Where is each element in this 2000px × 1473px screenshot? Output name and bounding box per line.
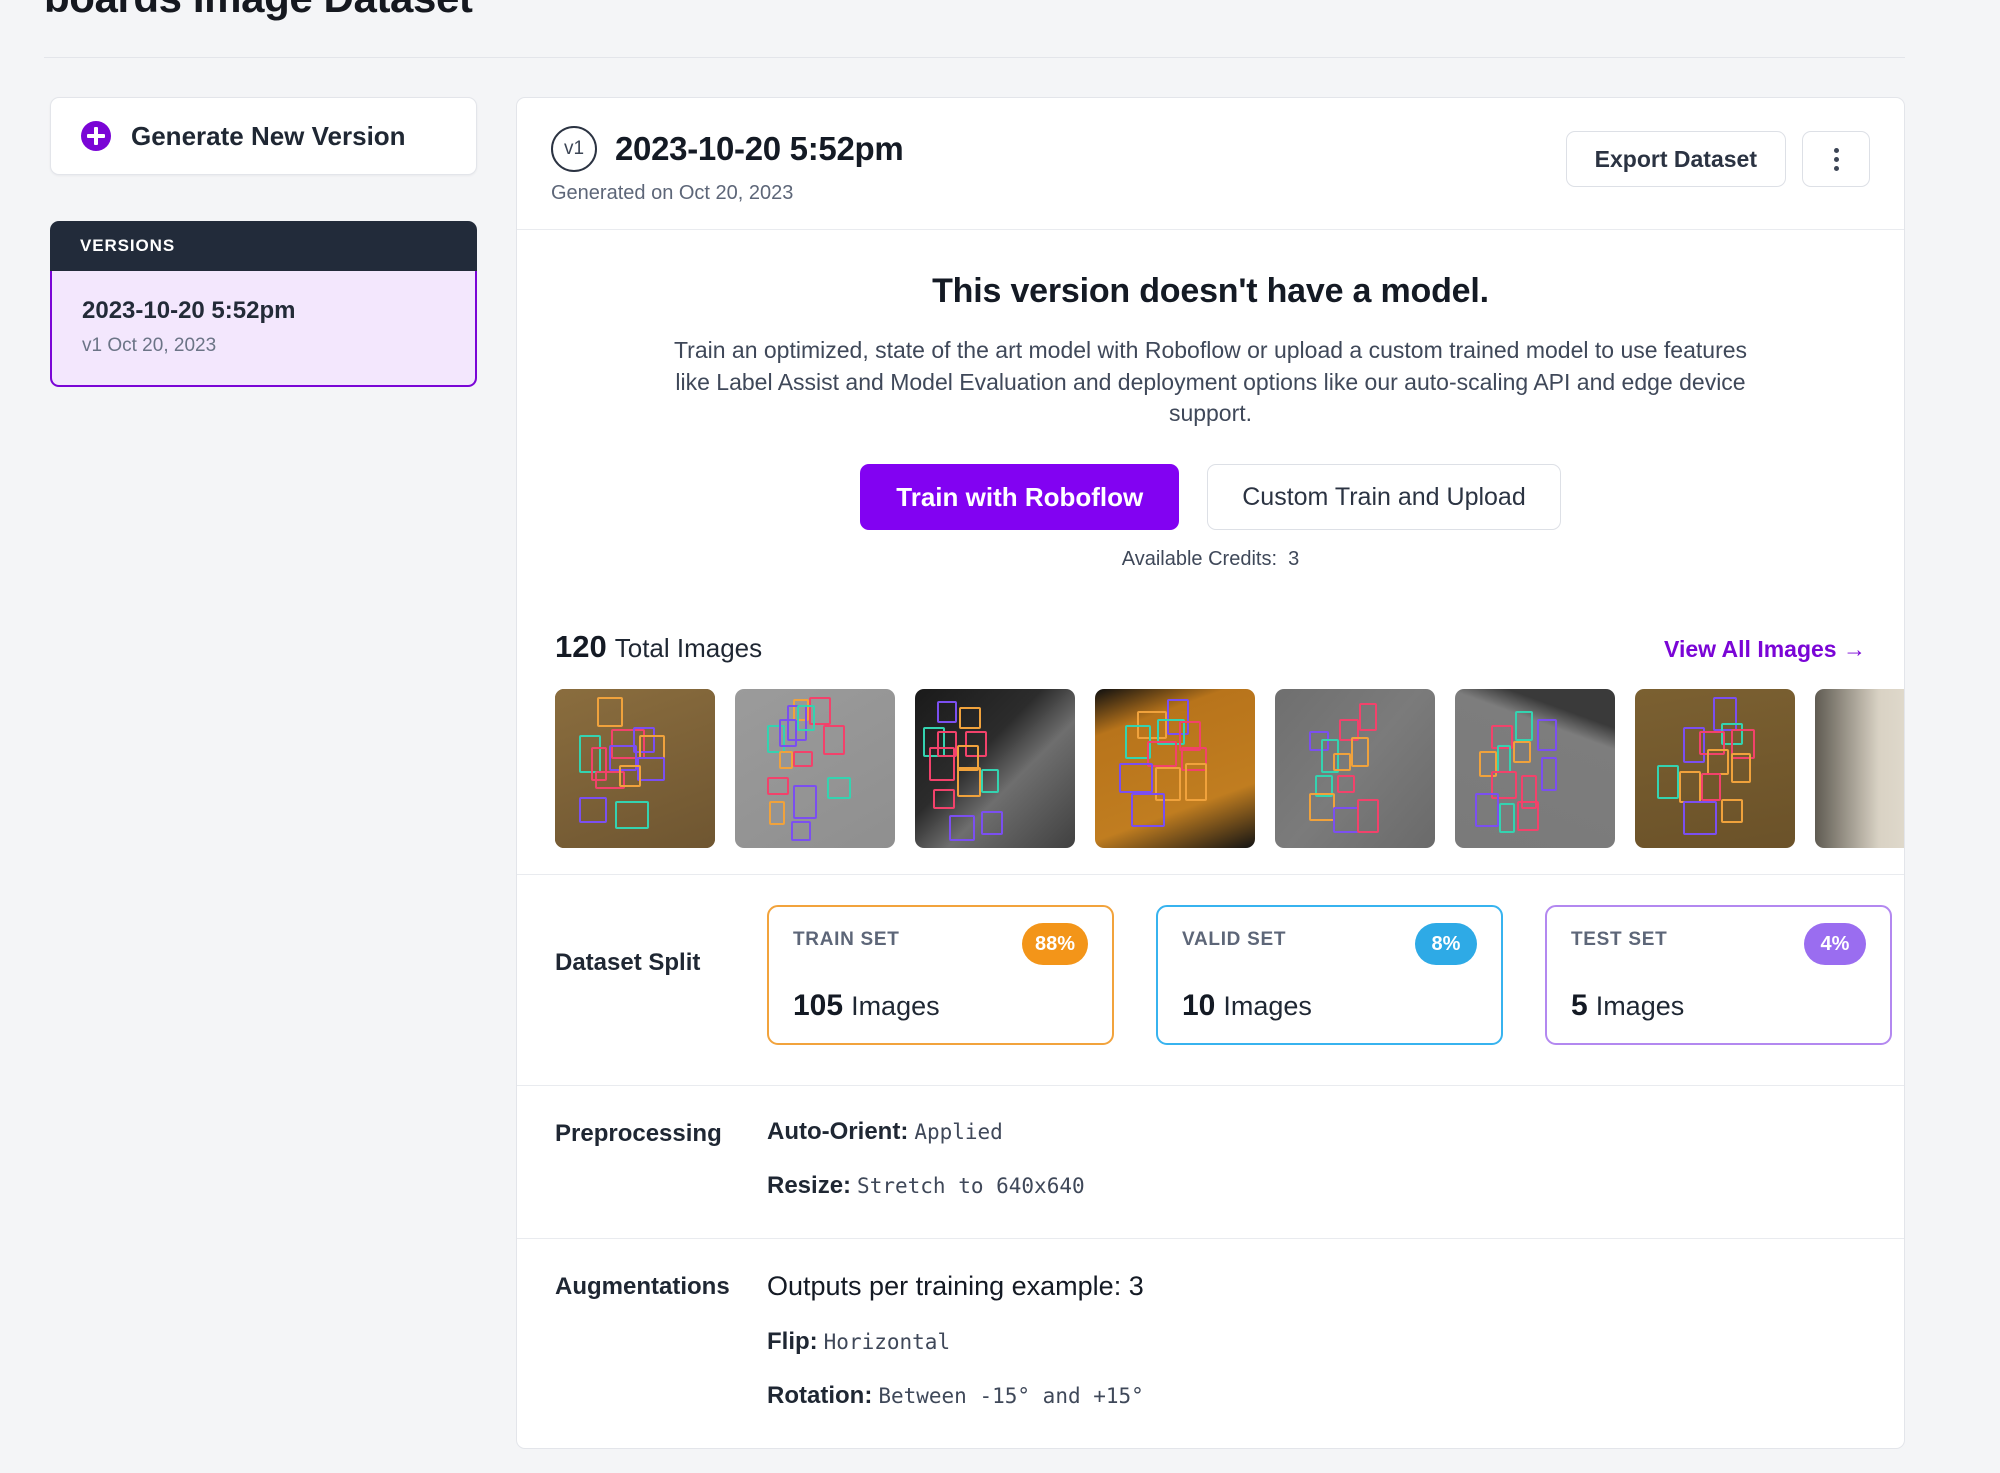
- preprocessing-key: Resize:: [767, 1172, 851, 1199]
- train-with-roboflow-button[interactable]: Train with Roboflow: [860, 464, 1179, 530]
- augmentations-value: Horizontal: [824, 1330, 950, 1354]
- augmentations-row: Rotation:Between -15° and +15°: [767, 1382, 1866, 1410]
- test-set-count-value: 5: [1571, 989, 1588, 1022]
- image-thumbnail[interactable]: [735, 689, 895, 848]
- no-model-actions: Train with Roboflow Custom Train and Upl…: [657, 464, 1764, 530]
- view-all-images-link[interactable]: View All Images →: [1664, 636, 1866, 663]
- dataset-split-section: Dataset Split TRAIN SET 88% 105Images VA…: [517, 875, 1904, 1086]
- augmentations-value: Between -15° and +15°: [878, 1384, 1144, 1408]
- plus-circle-icon: [81, 121, 111, 151]
- preprocessing-row: Auto-Orient:Applied: [767, 1118, 1866, 1146]
- train-set-card: TRAIN SET 88% 105Images: [767, 905, 1114, 1045]
- title-divider: [44, 57, 1905, 58]
- panel-header-actions: Export Dataset: [1566, 131, 1870, 187]
- version-panel: v1 2023-10-20 5:52pm Generated on Oct 20…: [516, 97, 1905, 1449]
- versions-header: VERSIONS: [50, 221, 477, 271]
- version-list-item[interactable]: 2023-10-20 5:52pm v1 Oct 20, 2023: [50, 271, 477, 387]
- no-model-description: Train an optimized, state of the art mod…: [657, 335, 1764, 430]
- augmentations-key: Flip:: [767, 1328, 818, 1355]
- image-thumbnail[interactable]: [1275, 689, 1435, 848]
- page-title: boards Image Dataset: [44, 0, 473, 22]
- preprocessing-value: Stretch to 640x640: [857, 1174, 1085, 1198]
- augmentations-key: Rotation:: [767, 1382, 872, 1409]
- augmentations-row: Flip:Horizontal: [767, 1328, 1866, 1356]
- available-credits: Available Credits: 3: [657, 548, 1764, 571]
- custom-train-and-upload-button[interactable]: Custom Train and Upload: [1207, 464, 1560, 530]
- image-thumbnail-strip[interactable]: [517, 689, 1904, 848]
- total-images-count: 120: [555, 629, 607, 664]
- generate-new-version-label: Generate New Version: [131, 121, 406, 152]
- left-sidebar: Generate New Version VERSIONS 2023-10-20…: [50, 97, 477, 387]
- augmentations-section: Augmentations Outputs per training examp…: [517, 1239, 1904, 1448]
- valid-set-count-unit: Images: [1223, 991, 1312, 1021]
- available-credits-label: Available Credits:: [1122, 548, 1277, 570]
- valid-set-card: VALID SET 8% 10Images: [1156, 905, 1503, 1045]
- version-item-title: 2023-10-20 5:52pm: [82, 297, 445, 325]
- no-model-section: This version doesn't have a model. Train…: [517, 230, 1904, 611]
- image-thumbnail[interactable]: [555, 689, 715, 848]
- available-credits-value: 3: [1288, 548, 1299, 570]
- train-set-count: 105 Images: [793, 989, 940, 1023]
- version-item-subtitle: v1 Oct 20, 2023: [82, 335, 445, 357]
- valid-set-count: 10 Images: [1182, 989, 1312, 1023]
- test-set-count-unit: Images: [1596, 991, 1685, 1021]
- version-detail-page: boards Image Dataset Generate New Versio…: [0, 0, 2000, 1473]
- train-set-count-unit: Images: [851, 991, 940, 1021]
- version-title: 2023-10-20 5:52pm: [615, 130, 903, 168]
- test-set-percent: 4%: [1804, 923, 1866, 965]
- image-thumbnail[interactable]: [915, 689, 1075, 848]
- train-set-count-value: 105: [793, 989, 843, 1022]
- total-images: 120 Total Images: [555, 629, 762, 665]
- valid-set-percent: 8%: [1415, 923, 1477, 965]
- images-section: 120 Total Images View All Images →: [517, 611, 1904, 875]
- version-chip: v1: [551, 126, 597, 172]
- preprocessing-value: Applied: [914, 1120, 1003, 1144]
- more-vertical-icon[interactable]: [1802, 131, 1870, 187]
- preprocessing-section: Preprocessing Auto-Orient:Applied Resize…: [517, 1086, 1904, 1239]
- image-thumbnail[interactable]: [1095, 689, 1255, 848]
- augmentations-outputs: Outputs per training example: 3: [767, 1271, 1866, 1302]
- arrow-right-icon: →: [1843, 636, 1866, 662]
- valid-set-count-value: 10: [1182, 989, 1215, 1022]
- image-thumbnail[interactable]: [1635, 689, 1795, 848]
- test-set-count: 5 Images: [1571, 989, 1684, 1023]
- image-thumbnail[interactable]: [1455, 689, 1615, 848]
- dataset-split-label: Dataset Split: [555, 905, 767, 977]
- export-dataset-button[interactable]: Export Dataset: [1566, 131, 1786, 187]
- generate-new-version-button[interactable]: Generate New Version: [50, 97, 477, 175]
- panel-header: v1 2023-10-20 5:52pm Generated on Oct 20…: [517, 98, 1904, 230]
- test-set-card: TEST SET 4% 5Images: [1545, 905, 1892, 1045]
- versions-header-label: VERSIONS: [80, 236, 175, 256]
- train-set-percent: 88%: [1022, 923, 1088, 965]
- image-thumbnail[interactable]: [1815, 689, 1904, 848]
- preprocessing-row: Resize:Stretch to 640x640: [767, 1172, 1866, 1200]
- preprocessing-key: Auto-Orient:: [767, 1118, 908, 1145]
- preprocessing-label: Preprocessing: [555, 1118, 767, 1148]
- total-images-label: Total Images: [615, 633, 762, 663]
- view-all-images-label: View All Images: [1664, 636, 1837, 662]
- versions-card: VERSIONS 2023-10-20 5:52pm v1 Oct 20, 20…: [50, 221, 477, 387]
- augmentations-label: Augmentations: [555, 1271, 767, 1301]
- no-model-title: This version doesn't have a model.: [657, 272, 1764, 311]
